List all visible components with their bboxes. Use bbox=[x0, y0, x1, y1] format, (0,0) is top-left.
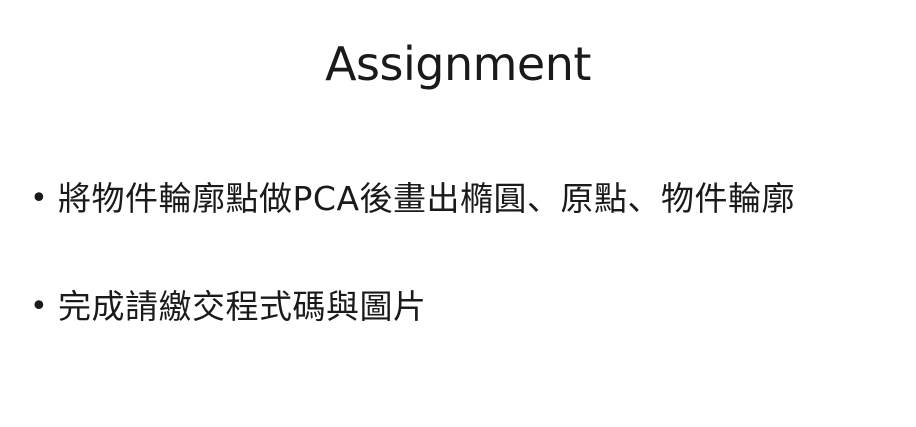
bullet-item: • 將物件輪廓點做PCA後畫出橢圓、原點、物件輪廓 bbox=[30, 172, 910, 226]
bullet-text-pca-task: 將物件輪廓點做PCA後畫出橢圓、原點、物件輪廓 bbox=[58, 179, 796, 218]
bullet-list: • 將物件輪廓點做PCA後畫出橢圓、原點、物件輪廓 • 完成請繳交程式碼與圖片 bbox=[30, 172, 910, 388]
bullet-text-submission: 完成請繳交程式碼與圖片 bbox=[58, 287, 427, 326]
slide: Assignment • 將物件輪廓點做PCA後畫出橢圓、原點、物件輪廓 • 完… bbox=[0, 0, 916, 427]
bullet-icon: • bbox=[30, 289, 48, 324]
slide-title: Assignment bbox=[325, 37, 591, 91]
bullet-icon: • bbox=[30, 181, 48, 216]
bullet-item: • 完成請繳交程式碼與圖片 bbox=[30, 280, 910, 334]
